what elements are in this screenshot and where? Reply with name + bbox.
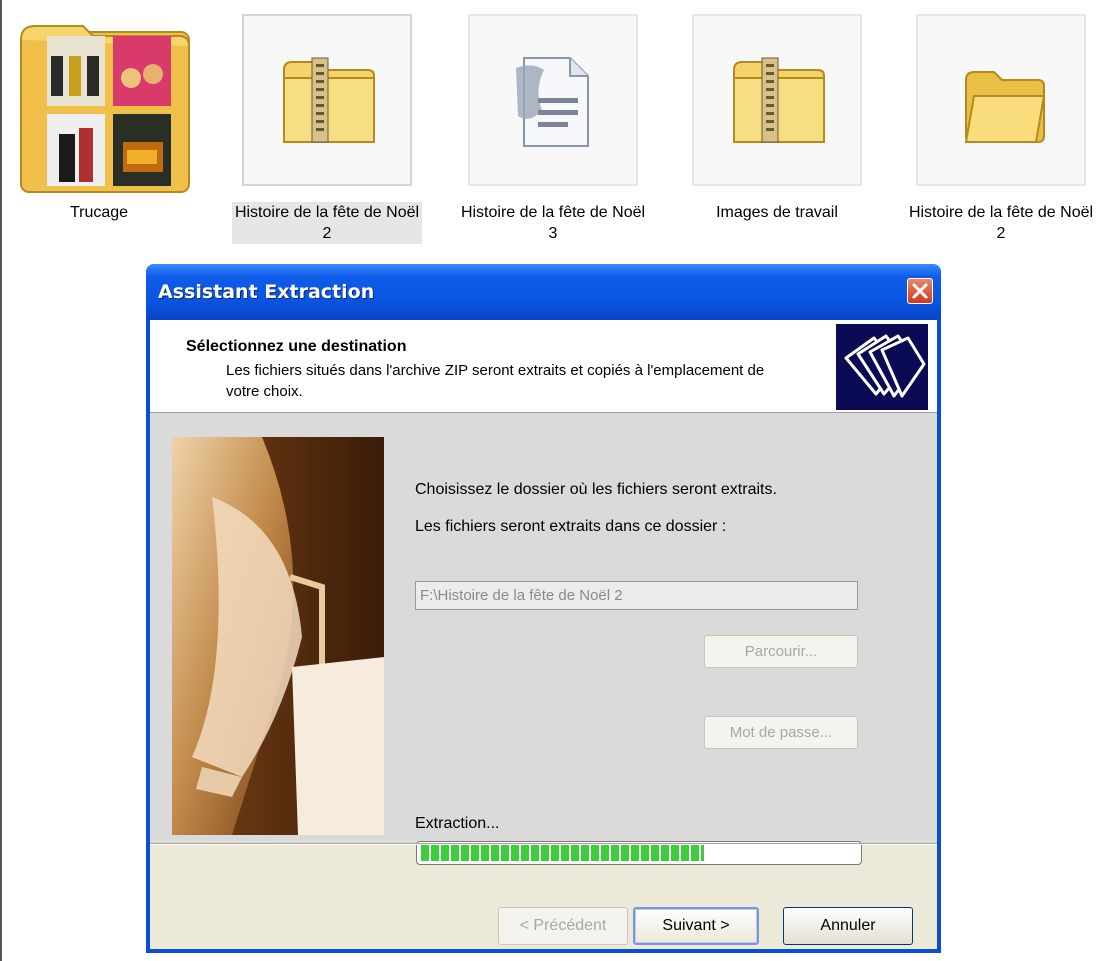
- file-label: Histoire de la fête de Noël 3: [460, 204, 646, 242]
- password-button[interactable]: Mot de passe...: [704, 716, 858, 749]
- destination-label: Les fichiers seront extraits dans ce dos…: [415, 518, 727, 535]
- file-label: Images de travail: [716, 204, 838, 221]
- thumbnail-frame: [916, 14, 1086, 186]
- folder-icon: [964, 71, 1046, 143]
- wizard-body: Choisissez le dossier où les fichiers se…: [150, 413, 937, 865]
- previous-button[interactable]: < Précédent: [498, 907, 628, 945]
- progress-label: Extraction...: [415, 815, 500, 832]
- zip-folder-icon: [283, 57, 375, 143]
- close-icon: [912, 283, 928, 299]
- thumbnail-frame: [692, 14, 862, 186]
- next-button[interactable]: Suivant >: [633, 907, 759, 945]
- header-title: Sélectionnez une destination: [186, 338, 407, 355]
- folders-icon: [836, 324, 928, 410]
- wizard-header: Sélectionnez une destination Les fichier…: [150, 320, 937, 413]
- destination-path-input[interactable]: F:\Histoire de la fête de Noël 2: [415, 581, 858, 610]
- browse-button[interactable]: Parcourir...: [704, 635, 858, 668]
- file-label: Histoire de la fête de Noël 2: [908, 204, 1094, 242]
- thumbnail-frame: [468, 14, 638, 186]
- header-description: Les fichiers situés dans l'archive ZIP s…: [226, 362, 765, 400]
- dialog-client: Sélectionnez une destination Les fichier…: [150, 320, 937, 949]
- wizard-side-image: [172, 437, 384, 835]
- title-bar[interactable]: Assistant Extraction: [146, 264, 941, 320]
- extraction-wizard-dialog: Assistant Extraction Sélectionnez une de…: [146, 264, 941, 953]
- file-label: Histoire de la fête de Noël 2: [232, 202, 422, 244]
- choose-folder-text: Choisissez le dossier où les fichiers se…: [415, 481, 777, 498]
- cancel-button[interactable]: Annuler: [783, 907, 913, 945]
- close-button[interactable]: [907, 278, 933, 304]
- folder-with-thumbnails-icon: [20, 25, 190, 193]
- window-title: Assistant Extraction: [158, 281, 375, 303]
- thumbnail-frame: [242, 14, 412, 186]
- file-label: Trucage: [69, 204, 129, 221]
- document-icon: [516, 57, 589, 147]
- zip-folder-icon: [733, 57, 825, 143]
- progress-fill: [421, 845, 704, 861]
- footer-separator: [150, 843, 937, 845]
